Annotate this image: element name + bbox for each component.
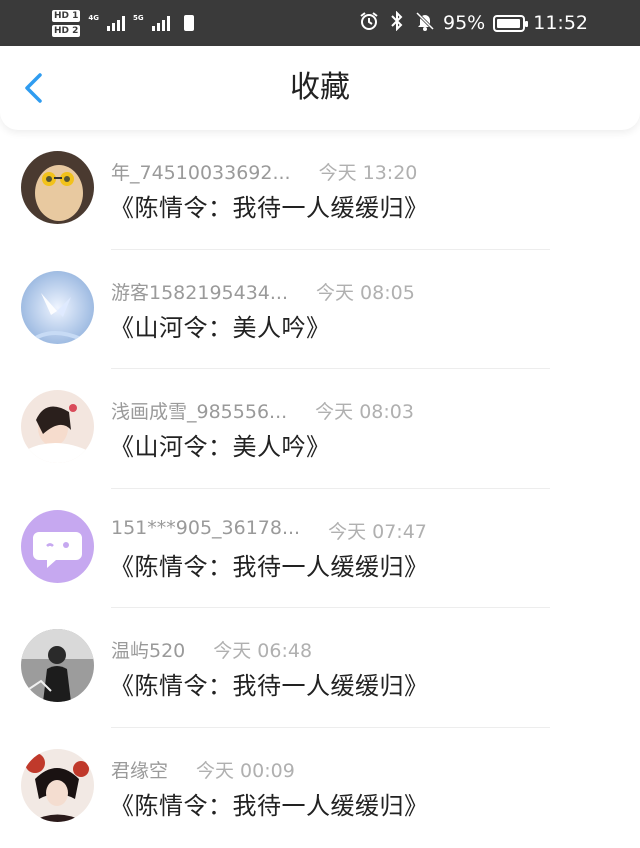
avatar[interactable] <box>21 509 94 583</box>
item-meta: 温屿520 今天 06:48 <box>111 636 312 663</box>
avatar[interactable] <box>21 748 94 822</box>
page-header: 收藏 <box>0 46 640 130</box>
timestamp: 今天 08:05 <box>316 281 415 304</box>
avatar[interactable] <box>21 151 94 224</box>
item-meta: 年_74510033692... 今天 13:20 <box>111 158 417 185</box>
item-meta: 151***905_36178... 今天 07:47 <box>111 517 427 544</box>
timestamp: 今天 07:47 <box>328 520 427 543</box>
timestamp: 今天 13:20 <box>318 162 418 184</box>
signal-icon <box>107 15 126 31</box>
list-item[interactable]: 年_74510033692... 今天 13:20 《陈情令：我待一人缓缓归》 <box>0 130 640 250</box>
bluetooth-icon <box>387 10 407 36</box>
signal-icon-2 <box>151 15 170 31</box>
hd2-indicator: HD 2 <box>52 24 81 37</box>
status-bar: HD 1 HD 2 4G 5G 95% 11:52 <box>0 0 640 46</box>
avatar[interactable] <box>21 629 94 703</box>
hd1-indicator: HD 1 <box>52 9 81 22</box>
page-title: 收藏 <box>290 70 350 105</box>
item-meta: 游客1582195434... 今天 08:05 <box>111 278 415 305</box>
timestamp: 今天 08:03 <box>315 401 414 424</box>
message-text: 《陈情令：我待一人缓缓归》 <box>110 552 429 581</box>
username: 温屿520 <box>111 640 186 663</box>
username: 年_74510033692... <box>111 162 291 184</box>
list-item[interactable]: 温屿520 今天 06:48 《陈情令：我待一人缓缓归》 <box>0 608 640 728</box>
message-text: 《陈情令：我待一人缓缓归》 <box>110 791 429 820</box>
battery-percent: 95% <box>443 12 486 34</box>
list-item[interactable]: 151***905_36178... 今天 07:47 《陈情令：我待一人缓缓归… <box>0 489 640 609</box>
username: 君缘空 <box>111 759 169 782</box>
network-type-2: 5G <box>133 14 144 22</box>
list-item[interactable]: 浅画成雪_985556... 今天 08:03 《山河令：美人吟》 <box>0 369 640 489</box>
list-item[interactable]: 游客1582195434... 今天 08:05 《山河令：美人吟》 <box>0 250 640 370</box>
message-text: 《陈情令：我待一人缓缓归》 <box>110 194 429 222</box>
item-meta: 浅画成雪_985556... 今天 08:03 <box>111 397 414 424</box>
list-item[interactable]: 君缘空 今天 00:09 《陈情令：我待一人缓缓归》 <box>0 728 640 848</box>
avatar[interactable] <box>21 390 94 464</box>
timestamp: 今天 00:09 <box>196 759 295 782</box>
status-right: 95% 11:52 <box>359 0 588 46</box>
message-text: 《山河令：美人吟》 <box>110 433 331 462</box>
sim-icon <box>183 15 194 31</box>
mute-bell-icon <box>415 11 435 36</box>
username: 游客1582195434... <box>111 281 289 304</box>
chevron-left-icon <box>25 73 42 103</box>
network-type-1: 4G <box>88 14 100 22</box>
item-meta: 君缘空 今天 00:09 <box>111 756 295 783</box>
hd-indicators: HD 1 HD 2 <box>52 9 81 37</box>
username: 浅画成雪_985556... <box>111 401 288 424</box>
alarm-icon <box>359 11 379 36</box>
favorites-list: 年_74510033692... 今天 13:20 《陈情令：我待一人缓缓归》 … <box>0 130 640 848</box>
timestamp: 今天 06:48 <box>213 640 313 663</box>
clock: 11:52 <box>533 12 588 34</box>
avatar[interactable] <box>21 270 94 344</box>
status-left: HD 1 HD 2 4G 5G <box>52 5 194 41</box>
message-text: 《山河令：美人吟》 <box>110 313 331 342</box>
message-text: 《陈情令：我待一人缓缓归》 <box>110 672 429 701</box>
battery-icon <box>493 14 529 32</box>
username: 151***905_36178... <box>111 516 301 539</box>
back-button[interactable] <box>18 71 52 105</box>
